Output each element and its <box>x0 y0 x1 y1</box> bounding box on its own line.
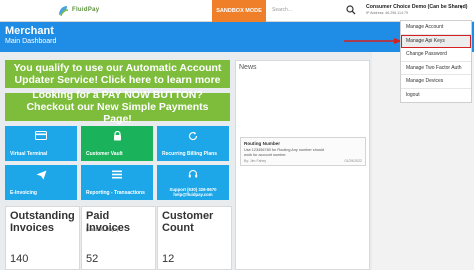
news-item-date: 01/29/2022 <box>344 159 362 163</box>
stat-title: Customer Count <box>162 210 214 234</box>
news-item[interactable]: Routing Number Use 123456780 for Routing… <box>240 137 366 166</box>
annotation-arrow-icon <box>344 38 402 44</box>
news-item-author: By: Jim Fahey <box>244 159 267 163</box>
news-panel: News Routing Number Use 123456780 for Ro… <box>235 60 370 270</box>
paper-plane-icon <box>5 170 77 180</box>
stat-customer-count[interactable]: Customer Count 12 <box>157 206 232 270</box>
stat-value: 52 <box>86 253 99 265</box>
news-item-title: Routing Number <box>244 141 280 146</box>
tile-label: Customer Vault <box>86 151 123 157</box>
page-title: Merchant <box>5 25 54 37</box>
tile-virtual-terminal[interactable]: Virtual Terminal <box>5 126 77 161</box>
tile-reporting-transactions[interactable]: Reporting - Transactions <box>81 165 153 200</box>
menu-item-manage-api-keys[interactable]: Manage Api Keys <box>401 34 471 48</box>
tile-support[interactable]: Support (630) 326-8670 help@fluidpay.com <box>157 165 229 200</box>
list-icon <box>81 170 153 179</box>
logo-icon <box>59 6 69 17</box>
tile-recurring-billing[interactable]: Recurring Billing Plans <box>157 126 229 161</box>
tile-label: Virtual Terminal <box>10 151 48 157</box>
news-title: News <box>239 64 257 71</box>
sandbox-mode-badge: SANDBOX MODE <box>212 0 266 22</box>
credit-card-icon <box>5 131 77 140</box>
top-bar: FluidPay SANDBOX MODE Search... Consumer… <box>0 0 474 22</box>
tile-label: E-Invoicing <box>10 190 37 196</box>
logo-text: FluidPay <box>72 7 100 13</box>
stat-value: 140 <box>10 253 29 265</box>
tile-label: Recurring Billing Plans <box>162 151 218 157</box>
account-name[interactable]: Consumer Choice Demo (Can be Shared) <box>366 4 467 10</box>
account-ip: IP Address: 46.296.114.79 <box>366 11 409 15</box>
stat-paid-invoices[interactable]: Paid Invoices (Last 30 Days) 52 <box>81 206 156 270</box>
brand-logo[interactable]: FluidPay <box>56 4 104 18</box>
news-item-body: Use 123456780 for Routing Any number sho… <box>244 148 324 157</box>
menu-item-manage-account[interactable]: Manage Account <box>401 21 471 35</box>
menu-item-logout[interactable]: logout <box>401 89 471 103</box>
menu-item-two-factor-auth[interactable]: Manage Two Factor Auth <box>401 62 471 75</box>
pay-now-banner[interactable]: Looking for a PAY NOW BUTTON? Checkout o… <box>5 89 230 125</box>
account-updater-banner[interactable]: You qualify to use our Automatic Account… <box>5 60 230 88</box>
stat-note: (Last 30 Days) <box>86 227 119 233</box>
chevron-down-icon[interactable]: ▾ <box>460 5 463 11</box>
account-dropdown-menu: Manage Account Manage Api Keys Change Pa… <box>400 20 472 103</box>
menu-item-change-password[interactable]: Change Password <box>401 48 471 62</box>
lock-icon <box>81 131 153 141</box>
support-contact: Support (630) 326-8670 help@fluidpay.com <box>157 187 229 197</box>
stat-outstanding-invoices[interactable]: Outstanding Invoices 140 <box>5 206 80 270</box>
menu-item-manage-devices[interactable]: Manage Devices <box>401 75 471 89</box>
tile-e-invoicing[interactable]: E-Invoicing <box>5 165 77 200</box>
stat-value: 12 <box>162 253 175 265</box>
tile-customer-vault[interactable]: Customer Vault <box>81 126 153 161</box>
page: FluidPay SANDBOX MODE Search... Consumer… <box>0 0 474 270</box>
page-subtitle: Main Dashboard <box>5 38 57 45</box>
refresh-icon <box>157 131 229 141</box>
search-input[interactable]: Search... <box>272 7 292 13</box>
support-email[interactable]: help@fluidpay.com <box>157 192 229 197</box>
stat-title: Outstanding Invoices <box>10 210 75 234</box>
tile-label: Reporting - Transactions <box>86 190 145 196</box>
search-icon[interactable] <box>346 5 356 15</box>
headset-icon <box>157 169 229 179</box>
